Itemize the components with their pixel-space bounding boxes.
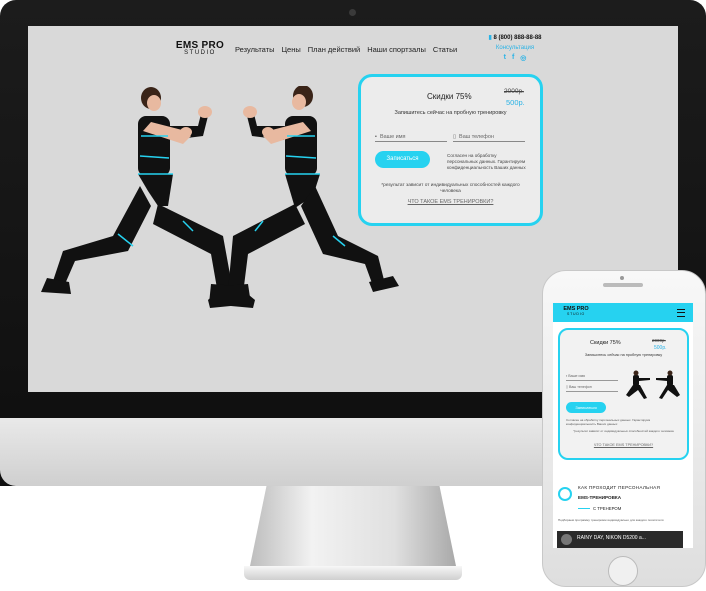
main-nav: Результаты Цены План действий Наши спорт… bbox=[235, 45, 457, 54]
logo[interactable]: EMS PRO STUDIO bbox=[170, 40, 230, 56]
mobile-logo-subtitle: STUDIO bbox=[566, 312, 586, 316]
video-player[interactable]: RAINY DAY, NIKON D5200 a... bbox=[557, 531, 683, 548]
phone-icon: ▮ bbox=[488, 35, 492, 41]
what-is-ems-link[interactable]: ЧТО ТАКОЕ EMS ТРЕНИРОВКИ? bbox=[361, 199, 540, 205]
imac-stand-base bbox=[244, 566, 462, 580]
phone-speaker bbox=[603, 283, 643, 287]
mobile-submit-button[interactable]: Записаться bbox=[566, 402, 606, 413]
signup-card: Скидки 75% 2000р. 500р. Запишитесь сейча… bbox=[358, 74, 543, 226]
mobile-name-placeholder: Ваше имя bbox=[568, 374, 585, 378]
section-title-line2: EMS-ТРЕНИРОВКА bbox=[578, 495, 622, 500]
new-price: 500р. bbox=[506, 98, 525, 107]
mobile-training-section: КАК ПРОХОДИТ ПЕРСОНАЛЬНАЯ EMS-ТРЕНИРОВКА… bbox=[553, 479, 693, 548]
submit-button[interactable]: Записаться bbox=[375, 151, 430, 168]
section-description: Подбираем программу тренировок индивидуа… bbox=[558, 518, 664, 522]
imac-stand bbox=[250, 486, 456, 566]
phone-icon: ▯ bbox=[453, 133, 457, 140]
mobile-header: EMS PRO STUDIO bbox=[553, 303, 693, 322]
mobile-discount-label: Скидки 75% bbox=[590, 340, 621, 346]
nav-prices[interactable]: Цены bbox=[282, 45, 301, 54]
athletes-image bbox=[41, 86, 399, 308]
mobile-logo[interactable]: EMS PRO STUDIO bbox=[561, 306, 591, 316]
mobile-old-price: 2000р. bbox=[652, 338, 666, 343]
mobile-disclaimer-text: *результат зависит от индивидуальных спо… bbox=[573, 429, 674, 433]
mobile-signup-card: Скидки 75% 2000р. 500р. Запишитесь сейча… bbox=[558, 328, 689, 460]
mobile-form-subtitle: Запишитесь сейчас на пробную тренировку bbox=[584, 353, 663, 357]
mobile-name-input[interactable]: ▪ Ваше имя bbox=[566, 374, 618, 381]
nav-plan[interactable]: План действий bbox=[308, 45, 360, 54]
mobile-phone-input[interactable]: ▯ Ваш телефон bbox=[566, 385, 618, 392]
hamburger-menu-icon[interactable] bbox=[677, 309, 685, 317]
mobile-phone-placeholder: Ваш телефон bbox=[568, 385, 592, 389]
section-title-line3: С ТРЕНЕРОМ bbox=[578, 506, 621, 511]
form-subtitle: Запишитесь сейчас на пробную тренировку bbox=[394, 110, 507, 116]
home-button[interactable] bbox=[608, 556, 638, 586]
nav-results[interactable]: Результаты bbox=[235, 45, 275, 54]
phone-placeholder: Ваш телефон bbox=[459, 133, 494, 140]
facebook-icon[interactable]: f bbox=[512, 54, 514, 62]
section-title-line1: КАК ПРОХОДИТ ПЕРСОНАЛЬНАЯ bbox=[578, 485, 661, 490]
mobile-athletes-image bbox=[626, 370, 680, 399]
name-input[interactable]: ▪ Ваше имя bbox=[375, 132, 447, 142]
contact-block: ▮ 8 (800) 888-88-88 Консультация t f ◎ bbox=[484, 34, 546, 62]
instagram-icon[interactable]: ◎ bbox=[520, 54, 526, 62]
mobile-agreement-text: Согласен на обработку персональных данны… bbox=[566, 418, 651, 426]
mobile-screen: EMS PRO STUDIO Скидки 75% 2000р. 500р. З… bbox=[553, 303, 693, 548]
channel-avatar bbox=[561, 534, 572, 545]
phone-line[interactable]: ▮ 8 (800) 888-88-88 bbox=[484, 34, 546, 41]
user-icon: ▪ bbox=[375, 133, 377, 140]
old-price: 2000р. bbox=[504, 88, 524, 95]
phone-input[interactable]: ▯ Ваш телефон bbox=[453, 132, 525, 142]
twitter-icon[interactable]: t bbox=[504, 54, 506, 62]
phone-camera-icon bbox=[620, 276, 624, 280]
consult-link[interactable]: Консультация bbox=[484, 45, 546, 51]
camera-icon bbox=[349, 9, 356, 16]
nav-gyms[interactable]: Наши спортзалы bbox=[367, 45, 426, 54]
mobile-what-is-ems-link[interactable]: ЧТО ТАКОЕ EMS ТРЕНИРОВКИ? bbox=[560, 443, 687, 447]
video-title: RAINY DAY, NIKON D5200 a... bbox=[577, 535, 646, 541]
phone-number: 8 (800) 888-88-88 bbox=[493, 35, 542, 41]
agreement-text: Согласен на обработку персональных данны… bbox=[447, 153, 526, 170]
ring-icon bbox=[558, 487, 572, 501]
nav-articles[interactable]: Статьи bbox=[433, 45, 457, 54]
name-placeholder: Ваше имя bbox=[379, 133, 406, 140]
disclaimer-text: *результат зависит от индивидуальных спо… bbox=[381, 183, 520, 194]
mobile-new-price: 500р. bbox=[654, 345, 667, 351]
social-links: t f ◎ bbox=[484, 54, 546, 62]
discount-label: Скидки 75% bbox=[427, 92, 472, 101]
